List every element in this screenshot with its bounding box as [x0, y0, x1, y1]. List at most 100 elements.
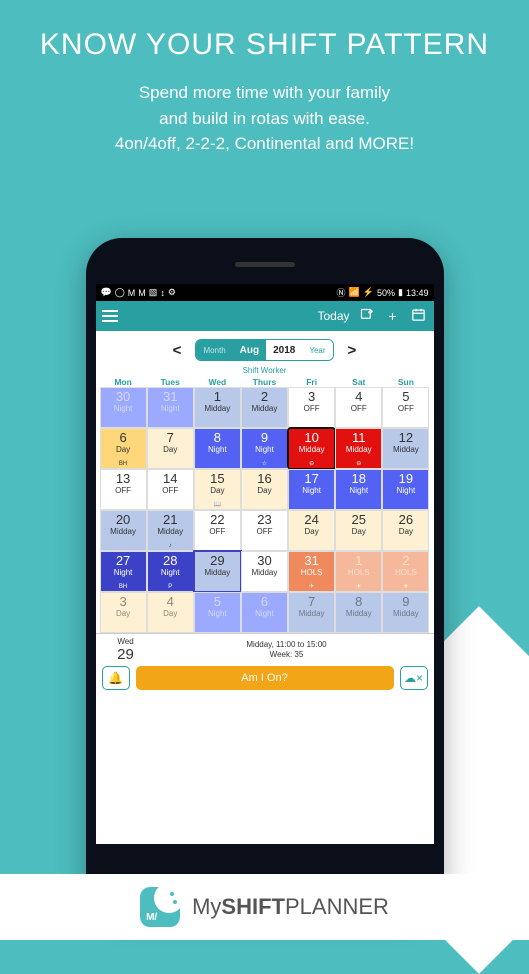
- calendar-day[interactable]: 15Day📖: [194, 469, 241, 510]
- shift-label: Night: [161, 404, 180, 413]
- shift-label: Midday: [157, 527, 183, 536]
- year-label: Year: [302, 340, 332, 360]
- hero-title: KNOW YOUR SHIFT PATTERN: [0, 0, 529, 62]
- day-header: Tues: [147, 377, 194, 387]
- calendar-day[interactable]: 25Day: [335, 510, 382, 551]
- day-number: 29: [210, 554, 224, 567]
- day-number: 2: [402, 554, 409, 567]
- calendar-day[interactable]: 31Night: [147, 387, 194, 428]
- shift-label: OFF: [115, 486, 131, 495]
- shift-label: Midday: [204, 568, 230, 577]
- calendar-day[interactable]: 20Midday: [100, 510, 147, 551]
- am-i-on-button[interactable]: Am I On?: [136, 666, 394, 690]
- day-header: Thurs: [241, 377, 288, 387]
- today-button[interactable]: Today: [317, 309, 349, 323]
- battery-level: 50%: [377, 288, 395, 298]
- calendar-icon[interactable]: [410, 307, 428, 325]
- shift-label: Day: [352, 527, 366, 536]
- calendar-day[interactable]: 8Midday: [335, 592, 382, 633]
- calendar-day[interactable]: 23OFF: [241, 510, 288, 551]
- shift-label: Day: [305, 527, 319, 536]
- day-number: 14: [163, 472, 177, 485]
- calendar-day[interactable]: 2Midday: [241, 387, 288, 428]
- shift-label: Midday: [393, 609, 419, 618]
- detail-shift-time: Midday, 11:00 to 15:00: [148, 640, 426, 650]
- brand-name: MySHIFTPLANNER: [192, 894, 389, 920]
- shift-label: Day: [116, 609, 130, 618]
- calendar-day[interactable]: 12Midday: [382, 428, 429, 469]
- calendar-day[interactable]: 11Midday⊖: [335, 428, 382, 469]
- calendar-day[interactable]: 6DayBH: [100, 428, 147, 469]
- calendar-day[interactable]: 27NightBH: [100, 551, 147, 592]
- shift-label: Midday: [110, 527, 136, 536]
- day-badge-icon: ⊖: [356, 460, 361, 467]
- calendar-day[interactable]: 22OFF: [194, 510, 241, 551]
- calendar-grid: 30Night31Night1Midday2Midday3OFF4OFF5OFF…: [96, 387, 434, 633]
- shift-label: HOLS: [348, 568, 370, 577]
- calendar-day[interactable]: 10Midday⊖: [288, 428, 335, 469]
- calendar-day[interactable]: 18Night: [335, 469, 382, 510]
- add-icon[interactable]: +: [384, 308, 402, 324]
- prev-month-button[interactable]: <: [173, 342, 182, 359]
- calendar-day[interactable]: 7Day: [147, 428, 194, 469]
- detail-info: Midday, 11:00 to 15:00 Week: 35: [148, 640, 426, 661]
- day-number: 21: [163, 513, 177, 526]
- month-year-picker[interactable]: Month Aug 2018 Year: [195, 339, 333, 361]
- calendar-day[interactable]: 14OFF: [147, 469, 194, 510]
- shift-label: Night: [114, 568, 133, 577]
- calendar-day[interactable]: 1Midday: [194, 387, 241, 428]
- shift-label: OFF: [256, 527, 272, 536]
- clock: 13:49: [406, 288, 429, 298]
- calendar-day[interactable]: 3OFF: [288, 387, 335, 428]
- calendar-day[interactable]: 16Day: [241, 469, 288, 510]
- day-number: 8: [355, 595, 362, 608]
- calendar-day[interactable]: 9Midday: [382, 592, 429, 633]
- shift-label: Night: [397, 486, 416, 495]
- day-number: 8: [214, 431, 221, 444]
- day-badge-icon: BH: [119, 461, 127, 467]
- shift-label: Day: [163, 609, 177, 618]
- calendar-day[interactable]: 7Midday: [288, 592, 335, 633]
- calendar-day[interactable]: 3Day: [100, 592, 147, 633]
- calendar-day[interactable]: 26Day: [382, 510, 429, 551]
- calendar-day[interactable]: 6Night: [241, 592, 288, 633]
- calendar-day[interactable]: 31HOLS✈: [288, 551, 335, 592]
- calendar-day[interactable]: 24Day: [288, 510, 335, 551]
- day-number: 24: [304, 513, 318, 526]
- calendar-day[interactable]: 4OFF: [335, 387, 382, 428]
- status-right-icons: Ⓝ📶⚡ 50% ▮ 13:49: [337, 286, 429, 299]
- shift-label: Day: [116, 445, 130, 454]
- calendar-day[interactable]: 5OFF: [382, 387, 429, 428]
- calendar-day[interactable]: 5Night: [194, 592, 241, 633]
- calendar-day[interactable]: 13OFF: [100, 469, 147, 510]
- app-toolbar: Today +: [96, 301, 434, 331]
- calendar-day[interactable]: 29Midday: [194, 551, 241, 592]
- shift-label: OFF: [398, 404, 414, 413]
- calendar-day[interactable]: 4Day: [147, 592, 194, 633]
- shift-label: Midday: [299, 609, 325, 618]
- status-left-icons: 💬◯MM▧↕⚙: [101, 287, 176, 298]
- calendar-day[interactable]: 17Night: [288, 469, 335, 510]
- bottom-action-bar: 🔔 Am I On? ☁×: [96, 663, 434, 694]
- calendar-day[interactable]: 30Midday: [241, 551, 288, 592]
- profile-name[interactable]: Shift Worker: [96, 365, 434, 377]
- cloud-delete-button[interactable]: ☁×: [400, 666, 428, 690]
- edit-icon[interactable]: [358, 307, 376, 325]
- calendar-day[interactable]: 2HOLS✈: [382, 551, 429, 592]
- calendar-day[interactable]: 21Midday♪: [147, 510, 194, 551]
- hero-line-3: 4on/4off, 2-2-2, Continental and MORE!: [30, 131, 499, 157]
- next-month-button[interactable]: >: [348, 342, 357, 359]
- calendar-day[interactable]: 8Night: [194, 428, 241, 469]
- menu-icon[interactable]: [102, 310, 118, 322]
- calendar-day[interactable]: 9Night☆: [241, 428, 288, 469]
- calendar-day[interactable]: 28NightP: [147, 551, 194, 592]
- calendar-day[interactable]: 1HOLS✈: [335, 551, 382, 592]
- shift-label: Day: [163, 445, 177, 454]
- detail-week-num: Week: 35: [148, 650, 426, 660]
- app-screen: 💬◯MM▧↕⚙ Ⓝ📶⚡ 50% ▮ 13:49 Today + <: [96, 284, 434, 844]
- day-header: Mon: [100, 377, 147, 387]
- reminder-button[interactable]: 🔔: [102, 666, 130, 690]
- day-number: 3: [308, 390, 315, 403]
- calendar-day[interactable]: 19Night: [382, 469, 429, 510]
- calendar-day[interactable]: 30Night: [100, 387, 147, 428]
